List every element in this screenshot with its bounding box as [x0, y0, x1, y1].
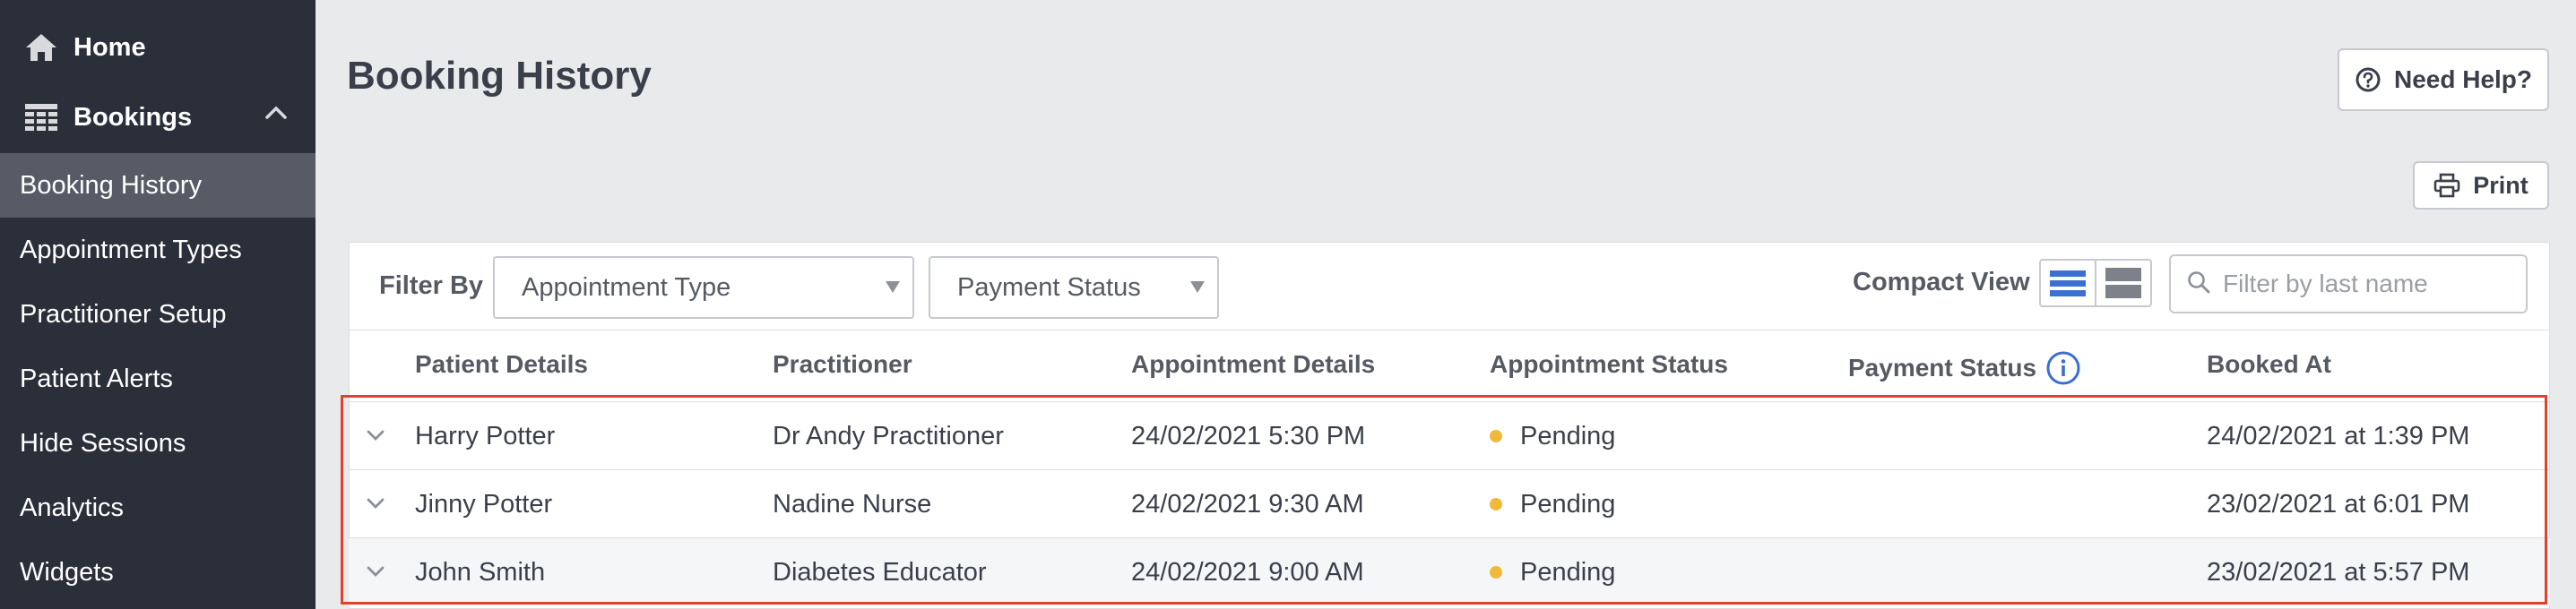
column-header-appointment-details[interactable]: Appointment Details — [1131, 350, 1375, 379]
sidebar-item-home[interactable]: Home — [0, 13, 316, 82]
practitioner-name: Dr Andy Practitioner — [773, 421, 1004, 450]
pending-status-dot — [1490, 430, 1502, 442]
info-icon[interactable] — [2045, 350, 2081, 386]
caret-down-icon — [1190, 281, 1205, 293]
sidebar-item-label: Widgets — [20, 557, 114, 587]
grid-table-icon — [23, 101, 59, 133]
column-header-label: Payment Status — [1848, 354, 2037, 382]
sidebar-item-label: Bookings — [73, 102, 193, 132]
sidebar-item-patient-alerts[interactable]: Patient Alerts — [0, 347, 316, 411]
search-input[interactable] — [2223, 270, 2519, 298]
appointment-datetime: 24/02/2021 5:30 PM — [1131, 421, 1366, 450]
practitioner-name: Nadine Nurse — [773, 489, 932, 519]
appointment-type-value: Appointment Type — [522, 272, 731, 302]
sidebar: Home Bookings Booking History Appointmen… — [0, 0, 316, 609]
appointment-datetime: 24/02/2021 9:00 AM — [1131, 557, 1364, 587]
sidebar-item-bookings[interactable]: Bookings — [0, 82, 316, 152]
booked-at: 23/02/2021 at 5:57 PM — [2207, 557, 2470, 587]
expanded-list-icon[interactable] — [2095, 261, 2150, 305]
column-header-patient-details[interactable]: Patient Details — [415, 350, 588, 379]
booked-at: 23/02/2021 at 6:01 PM — [2207, 489, 2470, 519]
sidebar-item-analytics[interactable]: Analytics — [0, 476, 316, 540]
table-row[interactable]: Jinny Potter Nadine Nurse 24/02/2021 9:3… — [349, 469, 2550, 537]
sidebar-item-label: Booking History — [20, 170, 203, 200]
table-row[interactable]: Harry Potter Dr Andy Practitioner 24/02/… — [349, 401, 2550, 469]
pending-status-dot — [1490, 566, 1502, 579]
appointment-status: Pending — [1490, 470, 1615, 538]
chevron-up-icon[interactable] — [265, 106, 287, 124]
sidebar-item-label: Patient Alerts — [20, 364, 173, 393]
need-help-button[interactable]: Need Help? — [2338, 48, 2549, 111]
pending-status-dot — [1490, 498, 1502, 510]
print-label: Print — [2473, 171, 2528, 199]
compact-view-label: Compact View — [1853, 268, 2030, 296]
sidebar-item-label: Appointment Types — [20, 235, 242, 264]
caret-down-icon — [886, 281, 900, 293]
payment-status-select[interactable]: Payment Status — [929, 256, 1219, 319]
sidebar-item-widgets[interactable]: Widgets — [0, 540, 316, 605]
chevron-down-icon[interactable] — [367, 497, 385, 514]
column-header-appointment-status[interactable]: Appointment Status — [1490, 350, 1728, 379]
column-header-payment-status[interactable]: Payment Status — [1848, 350, 2081, 386]
column-header-practitioner[interactable]: Practitioner — [773, 350, 912, 379]
sidebar-item-label: Practitioner Setup — [20, 299, 227, 329]
sidebar-item-practitioner-setup[interactable]: Practitioner Setup — [0, 282, 316, 347]
home-icon — [23, 31, 59, 64]
sidebar-item-label: Analytics — [20, 493, 125, 522]
column-header-booked-at[interactable]: Booked At — [2207, 350, 2331, 379]
appointment-datetime: 24/02/2021 9:30 AM — [1131, 489, 1364, 519]
appointment-status-label: Pending — [1520, 557, 1616, 587]
appointment-status-label: Pending — [1520, 421, 1616, 450]
printer-icon — [2433, 173, 2460, 198]
appointment-status: Pending — [1490, 402, 1615, 470]
table-row[interactable]: John Smith Diabetes Educator 24/02/2021 … — [349, 537, 2550, 605]
compact-view-toggle[interactable] — [2039, 259, 2152, 307]
practitioner-name: Diabetes Educator — [773, 557, 987, 587]
search-icon — [2187, 270, 2210, 298]
patient-name: John Smith — [415, 557, 546, 587]
sidebar-item-appointment-types[interactable]: Appointment Types — [0, 218, 316, 282]
booked-at: 24/02/2021 at 1:39 PM — [2207, 421, 2470, 450]
filter-by-label: Filter By — [379, 271, 484, 300]
chevron-down-icon[interactable] — [367, 429, 385, 446]
last-name-search[interactable] — [2169, 254, 2528, 313]
appointment-status: Pending — [1490, 538, 1615, 606]
sidebar-item-hide-sessions[interactable]: Hide Sessions — [0, 411, 316, 476]
sidebar-item-label: Home — [73, 32, 146, 62]
chevron-down-icon[interactable] — [367, 565, 385, 582]
need-help-label: Need Help? — [2393, 65, 2533, 93]
appointment-type-select[interactable]: Appointment Type — [493, 256, 914, 319]
sidebar-item-booking-history[interactable]: Booking History — [0, 153, 316, 218]
compact-list-icon[interactable] — [2041, 261, 2095, 305]
patient-name: Jinny Potter — [415, 489, 553, 519]
sidebar-item-label: Hide Sessions — [20, 428, 186, 458]
patient-name: Harry Potter — [415, 421, 556, 450]
page-title: Booking History — [347, 54, 652, 98]
payment-status-value: Payment Status — [957, 272, 1141, 302]
appointment-status-label: Pending — [1520, 489, 1616, 519]
print-button[interactable]: Print — [2413, 161, 2549, 210]
question-circle-icon — [2355, 66, 2382, 93]
